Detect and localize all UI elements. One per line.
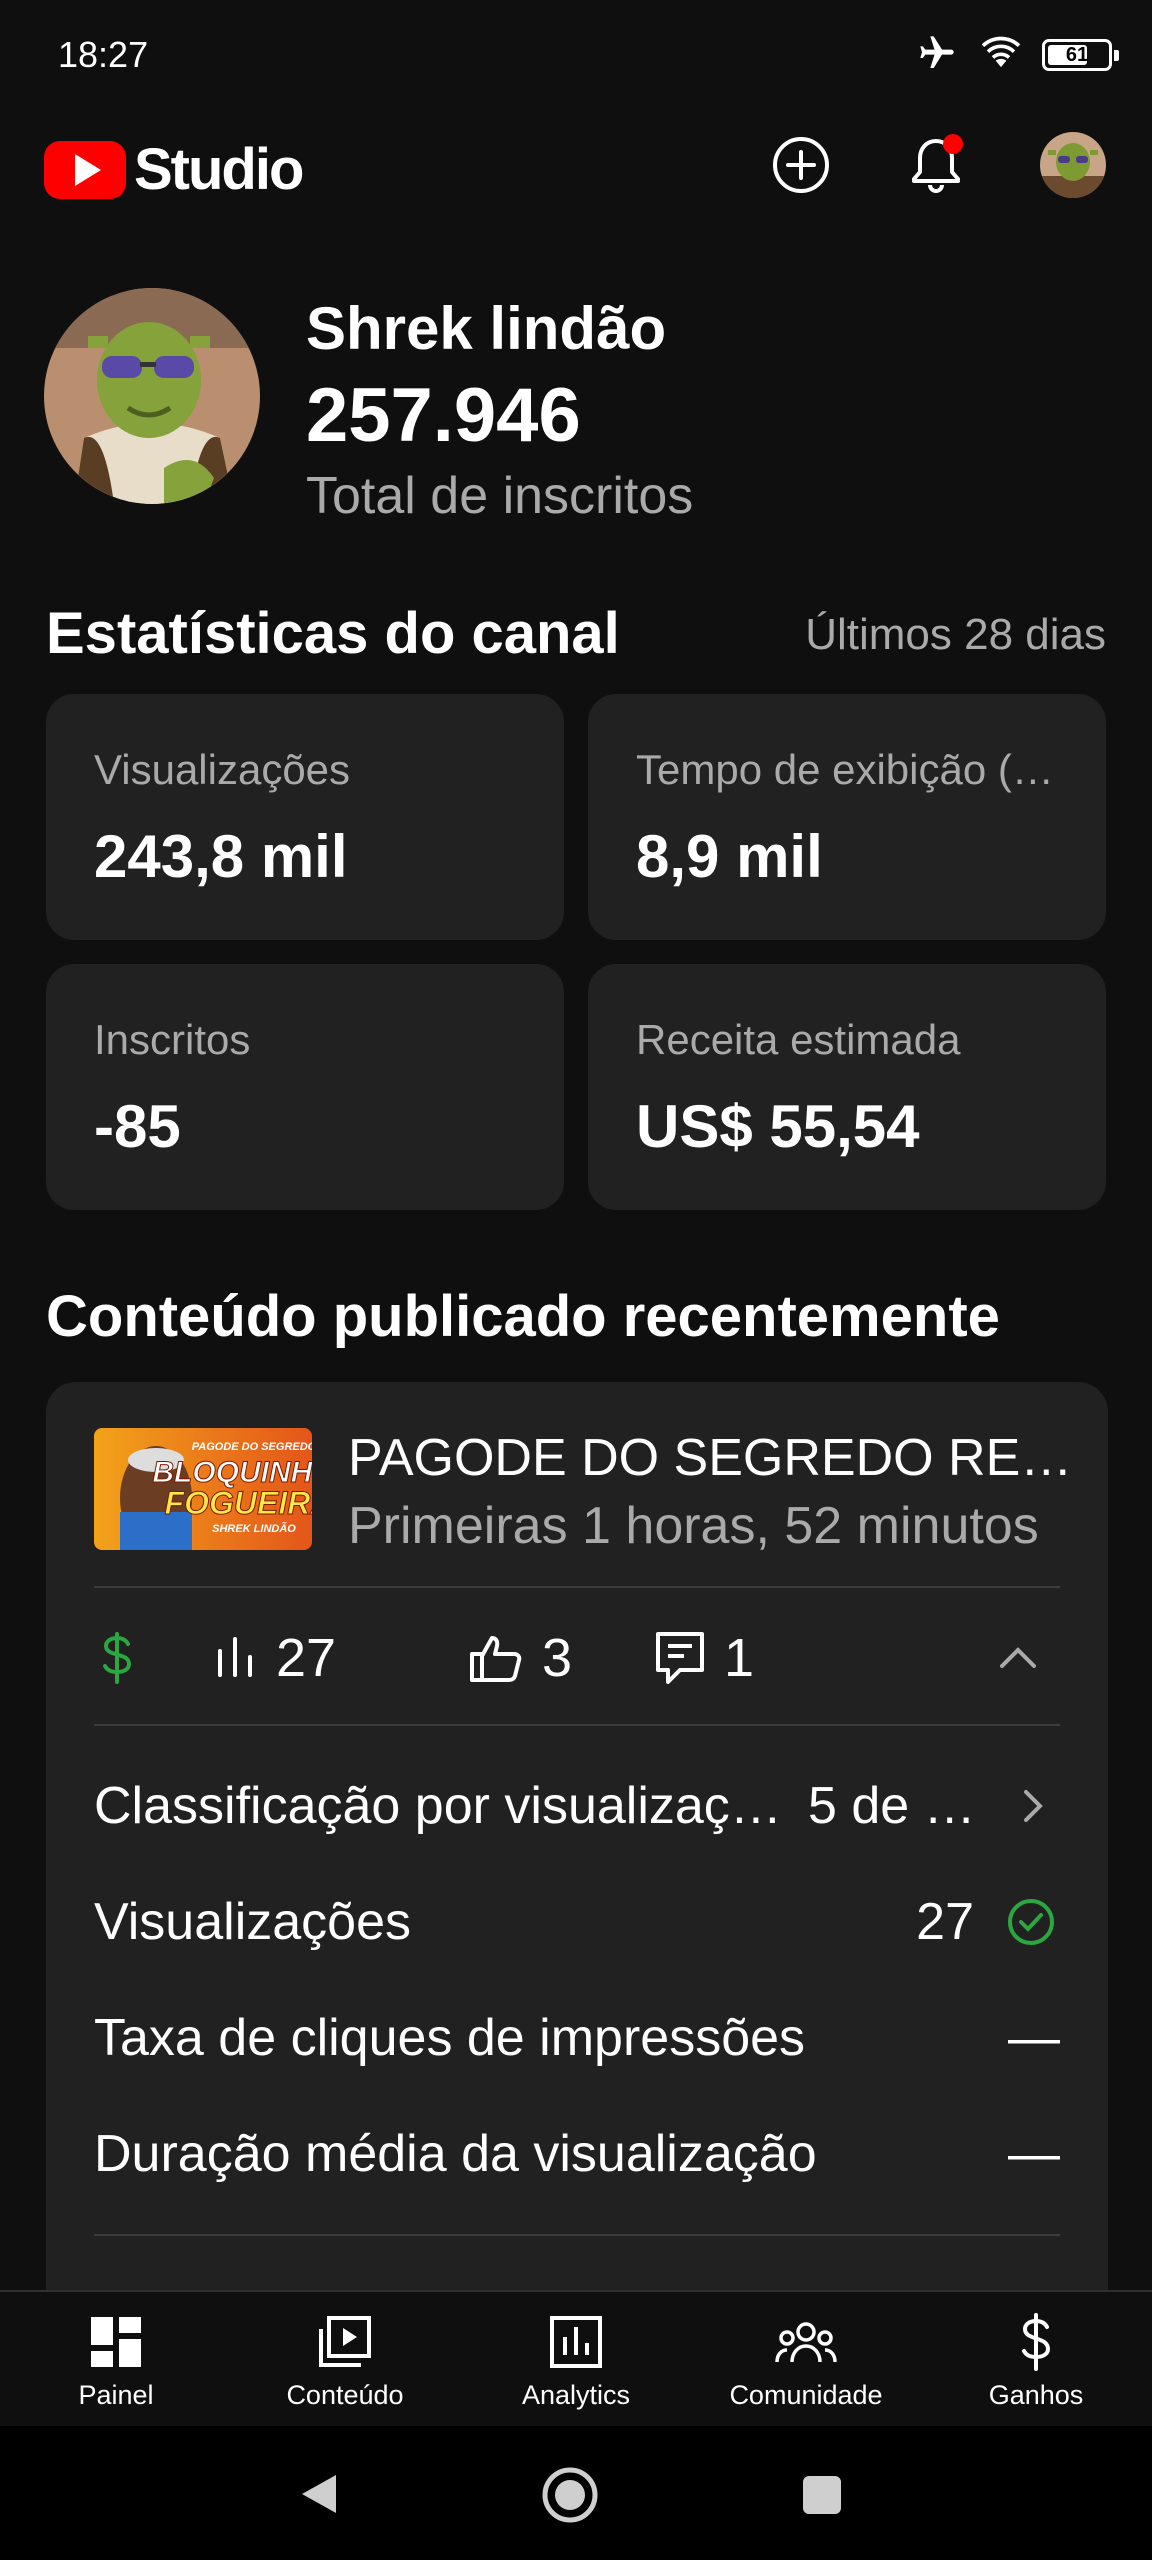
wifi-icon xyxy=(978,33,1024,78)
thumb-text-line2: FOGUEIRA xyxy=(165,1485,312,1521)
stat-value: 243,8 mil xyxy=(94,823,348,890)
stat-card-watch-time[interactable]: Tempo de exibição (horas) 8,9 mil xyxy=(588,694,1106,940)
detail-row-views: Visualizações 27 xyxy=(94,1882,1060,1962)
detail-value: 5 de 10 xyxy=(808,1777,978,1835)
back-icon[interactable] xyxy=(298,2471,340,2517)
analytics-icon xyxy=(549,2312,603,2372)
stat-label: Receita estimada xyxy=(636,1016,961,1063)
create-plus-icon xyxy=(773,137,829,193)
bottom-navigation: Painel Conteúdo Analytics Comunidade Gan… xyxy=(0,2290,1152,2426)
stat-card-subscribers[interactable]: Inscritos -85 xyxy=(46,964,564,1210)
nav-item-analytics[interactable]: Analytics xyxy=(476,2292,676,2428)
status-bar: 18:27 61 xyxy=(0,0,1152,115)
monetization-status[interactable] xyxy=(94,1608,158,1708)
channel-summary: Shrek lindão 257.946 Total de inscritos xyxy=(44,288,1108,525)
detail-value: 27 xyxy=(916,1893,974,1951)
channel-name: Shrek lindão xyxy=(306,295,667,362)
nav-item-content[interactable]: Conteúdo xyxy=(245,2292,445,2428)
recents-icon[interactable] xyxy=(801,2474,843,2516)
detail-row-ctr: Taxa de cliques de impressões — xyxy=(94,1998,1060,2078)
battery-icon: 61 xyxy=(1042,39,1119,71)
nav-label: Ganhos xyxy=(988,2380,1084,2410)
nav-label: Comunidade xyxy=(729,2380,883,2410)
community-icon xyxy=(775,2312,837,2372)
recent-content-title: Conteúdo publicado recentemente xyxy=(46,1284,1000,1349)
airplane-mode-icon xyxy=(914,33,960,78)
channel-avatar[interactable] xyxy=(44,288,260,504)
logo-text: Studio xyxy=(134,137,304,202)
comments-value: 1 xyxy=(724,1628,755,1688)
check-circle-icon xyxy=(1008,1899,1054,1945)
notification-bell-icon xyxy=(912,134,963,193)
notifications-button[interactable] xyxy=(901,130,971,200)
stat-value: 8,9 mil xyxy=(636,823,823,890)
comment-icon xyxy=(656,1632,704,1684)
profile-button[interactable] xyxy=(1038,130,1108,200)
detail-label: Duração média da visualização xyxy=(94,2125,817,2183)
dollar-icon xyxy=(103,1632,132,1684)
create-button[interactable] xyxy=(766,130,836,200)
stat-value: -85 xyxy=(94,1093,181,1160)
detail-label: Taxa de cliques de impressões xyxy=(94,2009,806,2067)
nav-label: Analytics xyxy=(521,2380,631,2410)
youtube-play-icon xyxy=(44,140,126,199)
system-navigation-bar xyxy=(0,2426,1152,2560)
collapse-button[interactable] xyxy=(998,1608,1056,1708)
views-metric: 27 xyxy=(212,1608,336,1708)
video-thumbnail[interactable]: PAGODE DO SEGREDO BLOQUINHO FOGUEIRA SHR… xyxy=(94,1428,312,1550)
status-time: 18:27 xyxy=(58,34,149,75)
dashboard-icon xyxy=(89,2312,143,2372)
stat-label: Tempo de exibição (horas) xyxy=(636,746,1076,793)
bar-chart-icon xyxy=(218,1637,252,1677)
content-icon xyxy=(317,2312,373,2372)
detail-row-ranking[interactable]: Classificação por visualizações 5 de 10 xyxy=(94,1766,1060,1846)
nav-item-community[interactable]: Comunidade xyxy=(706,2292,906,2428)
thumbs-up-icon xyxy=(470,1636,522,1682)
subscriber-count: 257.946 xyxy=(306,373,581,458)
stat-card-revenue[interactable]: Receita estimada US$ 55,54 xyxy=(588,964,1106,1210)
battery-level: 61 xyxy=(1065,43,1089,66)
likes-value: 3 xyxy=(542,1628,573,1688)
likes-metric: 3 xyxy=(468,1608,572,1708)
detail-value: — xyxy=(1008,2125,1060,2183)
channel-stats-title: Estatísticas do canal xyxy=(46,601,620,666)
detail-label: Classificação por visualizações xyxy=(94,1777,804,1835)
app-header: Studio xyxy=(0,120,1152,210)
profile-avatar xyxy=(1040,132,1106,198)
stat-label: Visualizações xyxy=(94,746,351,793)
comments-metric: 1 xyxy=(654,1608,754,1708)
video-title[interactable]: PAGODE DO SEGREDO REPERTÓRIO xyxy=(348,1428,1078,1488)
stat-value: US$ 55,54 xyxy=(636,1093,920,1160)
home-icon[interactable] xyxy=(541,2466,599,2524)
stat-card-views[interactable]: Visualizações 243,8 mil xyxy=(46,694,564,940)
views-value: 27 xyxy=(276,1628,337,1688)
detail-row-avg-duration: Duração média da visualização — xyxy=(94,2114,1060,2194)
nav-label: Conteúdo xyxy=(286,2380,404,2410)
divider xyxy=(94,2234,1060,2236)
chevron-up-icon xyxy=(1000,1647,1036,1668)
earn-icon xyxy=(1016,2312,1056,2372)
video-metrics: 27 3 1 xyxy=(94,1608,1060,1708)
video-subtitle: Primeiras 1 horas, 52 minutos xyxy=(348,1497,1039,1555)
detail-label: Visualizações xyxy=(94,1893,412,1951)
youtube-studio-logo[interactable]: Studio xyxy=(44,136,304,203)
subscriber-count-label: Total de inscritos xyxy=(306,467,694,525)
nav-item-dashboard[interactable]: Painel xyxy=(16,2292,216,2428)
thumb-text-bottom: SHREK LINDÃO xyxy=(212,1522,296,1535)
chevron-right-icon xyxy=(1024,1790,1043,1822)
divider xyxy=(94,1586,1060,1588)
nav-label: Painel xyxy=(78,2380,154,2410)
stat-label: Inscritos xyxy=(94,1016,251,1063)
recent-video-card: PAGODE DO SEGREDO BLOQUINHO FOGUEIRA SHR… xyxy=(46,1382,1108,2382)
divider xyxy=(94,1724,1060,1726)
status-icons: 61 xyxy=(914,30,1119,80)
stats-period[interactable]: Últimos 28 dias xyxy=(805,610,1106,660)
nav-item-earn[interactable]: Ganhos xyxy=(936,2292,1136,2428)
thumb-text-top: PAGODE DO SEGREDO xyxy=(192,1441,312,1453)
detail-value: — xyxy=(1008,2009,1060,2067)
